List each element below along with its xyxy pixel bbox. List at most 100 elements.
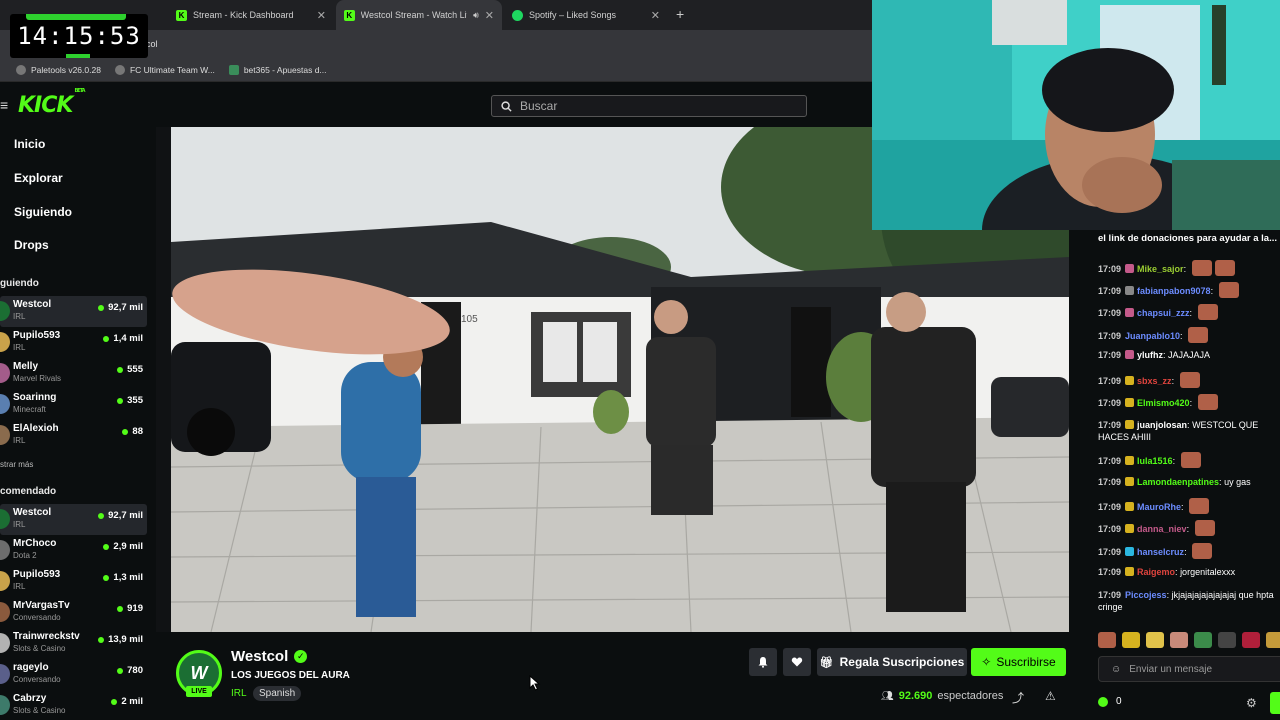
emote[interactable] xyxy=(1146,632,1164,648)
chat-message: 17:09 Elmismo420: xyxy=(1098,394,1280,410)
chat-username[interactable]: sbxs_zz xyxy=(1137,376,1172,386)
emoji-icon[interactable]: ☺ xyxy=(1111,664,1121,675)
channel-name: Pupilo593 xyxy=(13,569,61,580)
emote[interactable] xyxy=(1266,632,1280,648)
following-channel[interactable]: Westcol IRL 92,7 mil xyxy=(0,296,147,327)
recommended-channel[interactable]: Cabrzy Slots & Casino 2 mil xyxy=(0,690,147,720)
emote[interactable] xyxy=(1194,632,1212,648)
emote[interactable] xyxy=(1122,632,1140,648)
chat-username[interactable]: MauroRhe xyxy=(1137,502,1181,512)
share-icon[interactable]: ⤴ xyxy=(1012,689,1024,706)
chat-badge-icon xyxy=(1125,567,1135,576)
chat-username[interactable]: Juanpablo10 xyxy=(1125,331,1180,341)
channel-category: Dota 2 xyxy=(13,551,37,560)
following-channel[interactable]: Melly Marvel Rivals 555 xyxy=(0,358,147,389)
bookmark-bet365[interactable]: bet365 - Apuestas d... xyxy=(228,64,327,75)
recommended-channel[interactable]: MrVargasTv Conversando 919 xyxy=(0,597,147,628)
chat-message: 17:09 ylufhz: JAJAJAJA xyxy=(1098,349,1280,361)
nav-siguiendo[interactable]: Siguiendo xyxy=(14,205,72,219)
chat-emote xyxy=(1191,260,1212,276)
gift-subs-button[interactable]: 🎁︎ Regala Suscripciones xyxy=(817,648,967,676)
emote[interactable] xyxy=(1170,632,1188,648)
chat-message: 17:09 MauroRhe: xyxy=(1098,498,1280,514)
emote[interactable] xyxy=(1098,632,1116,648)
notifications-button[interactable] xyxy=(749,648,777,676)
chat-username[interactable]: chapsui_zzz xyxy=(1137,308,1190,318)
emote-bar xyxy=(1098,632,1280,648)
chat-username[interactable]: Mike_sajor xyxy=(1137,264,1184,274)
channel-name: MrVargasTv xyxy=(13,600,70,611)
chat-emote xyxy=(1179,372,1200,388)
following-channel[interactable]: Soarinng Minecraft 355 xyxy=(0,389,147,420)
tab-spotify[interactable]: Spotify – Liked Songs ✕ xyxy=(504,0,668,30)
chat-username[interactable]: juanjolosan xyxy=(1137,420,1187,430)
tab-kick-dashboard[interactable]: K Stream - Kick Dashboard ✕ xyxy=(168,0,334,30)
chat-points[interactable]: 0 xyxy=(1098,696,1122,707)
kick-logo[interactable]: KICKBETA xyxy=(18,88,86,118)
following-channel[interactable]: ElAlexioh IRL 88 xyxy=(0,420,147,451)
show-more-link[interactable]: strar más xyxy=(0,460,33,469)
chat-username[interactable]: Elmismo420 xyxy=(1137,398,1190,408)
live-dot-icon xyxy=(98,304,105,311)
house-number: 105 xyxy=(461,314,478,325)
chat-username[interactable]: ylufhz xyxy=(1137,350,1163,360)
gear-icon[interactable]: ⚙ xyxy=(1246,696,1257,710)
bookmark-label: FC Ultimate Team W... xyxy=(129,64,215,75)
close-icon[interactable]: ✕ xyxy=(651,9,660,22)
chat-separator: : xyxy=(1172,456,1178,466)
chat-timestamp: 17:09 xyxy=(1098,264,1122,274)
chat-username[interactable]: Raigemo xyxy=(1137,567,1175,577)
viewer-count: 780 xyxy=(117,665,143,676)
send-button[interactable] xyxy=(1270,692,1280,714)
recommended-heading: comendado xyxy=(0,486,57,497)
close-icon[interactable]: ✕ xyxy=(485,9,494,22)
webcam-overlay xyxy=(872,0,1280,230)
recommended-channel[interactable]: Trainwreckstv Slots & Casino 13,9 mil xyxy=(0,628,147,659)
emote[interactable] xyxy=(1242,632,1260,648)
chat-separator: : xyxy=(1183,264,1189,274)
chat-username[interactable]: Lamondaenpatines xyxy=(1137,477,1219,487)
chat-username[interactable]: Piccojess xyxy=(1125,590,1167,600)
subscribe-button[interactable]: ✧ Suscribirse xyxy=(971,648,1066,676)
bookmark-paletools[interactable]: Paletools v26.0.28 xyxy=(16,64,101,75)
chat-message: 17:09 Mike_sajor: xyxy=(1098,260,1280,276)
nav-inicio[interactable]: Inicio xyxy=(14,137,45,151)
speaker-icon[interactable]: 🔊︎ xyxy=(473,10,479,21)
following-channel[interactable]: Pupilo593 IRL 1,4 mil xyxy=(0,327,147,358)
channel-name: Westcol xyxy=(13,507,52,518)
close-icon[interactable]: ✕ xyxy=(317,9,326,22)
channel-name: Pupilo593 xyxy=(13,330,61,341)
search-input[interactable]: Buscar xyxy=(491,95,807,117)
language-tag[interactable]: Spanish xyxy=(253,686,302,701)
chat-username[interactable]: fabianpabon9078 xyxy=(1137,286,1211,296)
streamer-name[interactable]: Westcol xyxy=(231,648,288,665)
chat-input[interactable]: ☺ Enviar un mensaje xyxy=(1098,656,1280,682)
recommended-channel[interactable]: Pupilo593 IRL 1,3 mil xyxy=(0,566,147,597)
clock-overlay: 14:15:53 xyxy=(10,14,148,58)
nav-drops[interactable]: Drops xyxy=(14,238,49,252)
chat-username[interactable]: lula1516 xyxy=(1137,456,1173,466)
chat-timestamp: 17:09 xyxy=(1098,286,1122,296)
tab-westcol-stream[interactable]: K Westcol Stream - Watch Live 🔊︎ ✕ xyxy=(336,0,502,30)
chat-badge-icon xyxy=(1125,264,1135,273)
follow-button[interactable] xyxy=(783,648,811,676)
chat-username[interactable]: danna_niev xyxy=(1137,524,1187,534)
bookmark-fc-ultimate[interactable]: FC Ultimate Team W... xyxy=(114,64,215,75)
report-icon[interactable]: ⚠ xyxy=(1045,689,1056,703)
chat-badge-icon xyxy=(1125,524,1135,533)
screen: K Stream - Kick Dashboard ✕ K Westcol St… xyxy=(0,0,1280,720)
stream-category-link[interactable]: IRL xyxy=(231,688,247,699)
nav-explorar[interactable]: Explorar xyxy=(14,171,63,185)
bet365-icon xyxy=(228,64,239,75)
chat-username[interactable]: hanselcruz xyxy=(1137,547,1184,557)
points-icon xyxy=(1098,696,1108,707)
recommended-channel[interactable]: MrChoco Dota 2 2,9 mil xyxy=(0,535,147,566)
recommended-channel[interactable]: Westcol IRL 92,7 mil xyxy=(0,504,147,535)
recommended-channel[interactable]: rageylo Conversando 780 xyxy=(0,659,147,690)
chat-timestamp: 17:09 xyxy=(1098,477,1122,487)
chat-message: 17:09 chapsui_zzz: xyxy=(1098,304,1280,320)
emote[interactable] xyxy=(1218,632,1236,648)
menu-icon[interactable]: ≡ xyxy=(0,97,8,113)
chat-separator: : xyxy=(1184,547,1190,557)
new-tab-icon[interactable]: + xyxy=(676,6,684,22)
